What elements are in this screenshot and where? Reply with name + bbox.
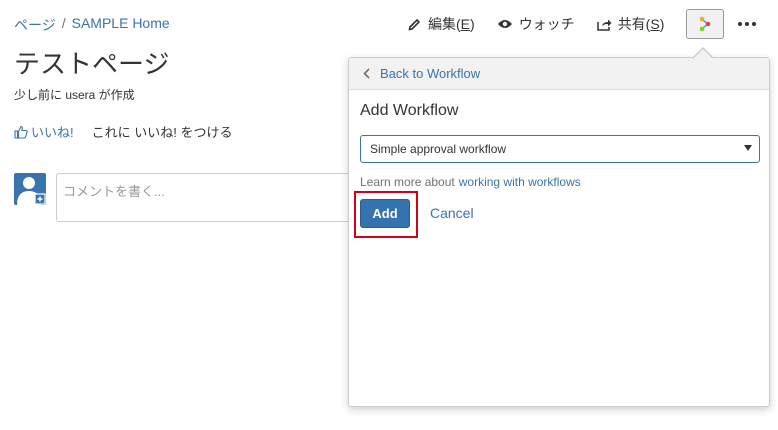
cancel-button[interactable]: Cancel [430, 205, 474, 221]
share-button[interactable]: 共有(S) [596, 14, 665, 34]
add-button[interactable]: Add [360, 199, 410, 228]
breadcrumb-pages-link[interactable]: ページ [14, 15, 56, 35]
edit-label-suffix: ) [470, 16, 475, 32]
learn-more-prefix: Learn more about [360, 175, 455, 189]
workflow-select[interactable]: Simple approval workflow [360, 135, 760, 163]
watch-button[interactable]: ウォッチ [497, 14, 575, 34]
workflow-button[interactable] [686, 9, 725, 39]
default-user-icon [17, 177, 46, 205]
like-row: いいね! これに いいね! をつける [14, 122, 232, 141]
share-label: 共有( [617, 16, 651, 32]
thumbs-up-icon [14, 125, 28, 139]
add-workflow-popup: Back to Workflow Add Workflow Simple app… [348, 57, 770, 407]
like-prompt: これに いいね! をつける [91, 125, 233, 140]
more-dots-icon [738, 22, 743, 26]
breadcrumb: ページ / SAMPLE Home [14, 15, 170, 35]
share-accesskey: S [650, 16, 660, 32]
page-title: テストページ [14, 49, 170, 79]
learn-more-text: Learn more about working with workflows [360, 175, 581, 189]
chevron-left-icon [363, 68, 370, 79]
breadcrumb-space-home-link[interactable]: SAMPLE Home [72, 15, 170, 35]
page-toolbar: 編集(E) ウォッチ 共有(S) [408, 9, 757, 39]
like-label: いいね! [31, 125, 74, 140]
edit-button[interactable]: 編集(E) [408, 14, 475, 34]
page-byline: 少し前に usera が作成 [14, 88, 135, 102]
watch-label: ウォッチ [518, 16, 575, 32]
popup-arrow-fill [694, 49, 712, 58]
workflow-select-value: Simple approval workflow [370, 142, 507, 156]
edit-label: 編集( [428, 16, 461, 32]
back-to-workflow-link[interactable]: Back to Workflow [349, 58, 769, 90]
workflow-icon [700, 16, 711, 32]
eye-icon [497, 20, 512, 28]
more-actions-button[interactable] [738, 22, 757, 26]
avatar [14, 173, 46, 205]
share-icon [596, 19, 612, 31]
dropdown-caret-icon [744, 145, 752, 151]
like-button[interactable]: いいね! [14, 122, 74, 141]
share-label-suffix: ) [659, 16, 665, 32]
edit-accesskey: E [460, 16, 471, 32]
pencil-icon [408, 18, 421, 31]
breadcrumb-separator: / [61, 15, 66, 31]
comment-input[interactable]: コメントを書く... [56, 173, 356, 222]
back-label: Back to Workflow [380, 66, 481, 81]
working-with-workflows-link[interactable]: working with workflows [459, 175, 581, 189]
popup-title: Add Workflow [360, 102, 459, 119]
